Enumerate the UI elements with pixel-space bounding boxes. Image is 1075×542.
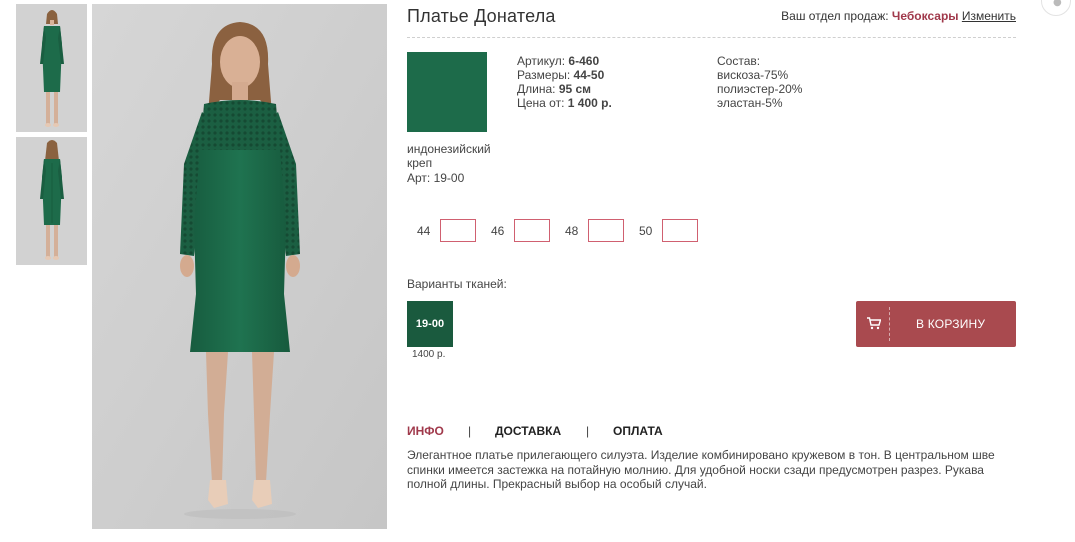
composition-item: полиэстер-20% <box>717 82 803 96</box>
spec-article-value: 6-460 <box>568 54 600 68</box>
spec-price-value: 1 400 р. <box>567 96 612 110</box>
tab-payment[interactable]: ОПЛАТА <box>613 424 663 438</box>
composition-item: эластан-5% <box>717 96 783 110</box>
add-to-cart-label: В КОРЗИНУ <box>916 317 986 331</box>
spec-length-label: Длина: <box>517 82 556 96</box>
sales-department: Ваш отдел продаж: Чебоксары Изменить <box>781 9 1016 23</box>
fabric-swatch <box>407 52 487 132</box>
main-product-photo <box>92 4 387 529</box>
product-specs: Артикул: 6-460 Размеры: 44-50 Длина: 95 … <box>517 54 612 110</box>
add-to-cart-button[interactable]: В КОРЗИНУ <box>856 301 1016 347</box>
spec-price-label: Цена от: <box>517 96 565 110</box>
spec-sizes-value: 44-50 <box>573 68 605 82</box>
dress-model-image <box>92 4 387 529</box>
fabric-name: индонезийский креп <box>407 142 491 170</box>
size-label-50: 50 <box>639 224 653 238</box>
size-input-48[interactable] <box>588 219 624 242</box>
spec-sizes: Размеры: 44-50 <box>517 68 612 82</box>
sales-city: Чебоксары <box>891 9 959 23</box>
tab-separator: | <box>468 424 472 438</box>
spec-article: Артикул: 6-460 <box>517 54 612 68</box>
thumbnail-back[interactable] <box>16 137 87 265</box>
product-description: Элегантное платье прилегающего силуэта. … <box>407 448 995 491</box>
fabric-article: Арт: 19-00 <box>407 171 465 185</box>
spec-length-value: 95 см <box>558 82 592 96</box>
size-label-46: 46 <box>491 224 505 238</box>
tab-info[interactable]: ИНФО <box>407 424 444 438</box>
size-label-44: 44 <box>417 224 431 238</box>
size-input-46[interactable] <box>514 219 550 242</box>
size-input-50[interactable] <box>662 219 698 242</box>
spec-sizes-label: Размеры: <box>517 68 571 82</box>
dress-back-thumbnail-image <box>16 137 87 265</box>
dot-icon: ● <box>1053 0 1062 8</box>
size-input-44[interactable] <box>440 219 476 242</box>
dress-front-thumbnail-image <box>16 4 87 132</box>
fabric-variant-price: 1400 р. <box>412 349 446 360</box>
sales-prefix: Ваш отдел продаж: <box>781 9 889 23</box>
cart-button-separator <box>889 307 890 341</box>
fabric-variant-tile[interactable]: 19-00 <box>407 301 453 347</box>
thumbnail-front[interactable] <box>16 4 87 132</box>
composition-title: Состав: <box>717 54 761 68</box>
spec-length: Длина: 95 см <box>517 82 612 96</box>
tab-delivery[interactable]: ДОСТАВКА <box>495 424 561 438</box>
size-label-48: 48 <box>565 224 579 238</box>
fabric-variants-label: Варианты тканей: <box>407 277 507 291</box>
spec-article-label: Артикул: <box>517 54 566 68</box>
composition: Состав: вискоза-75% полиэстер-20% эласта… <box>717 54 802 110</box>
change-city-link[interactable]: Изменить <box>962 9 1016 23</box>
composition-item: вискоза-75% <box>717 68 789 82</box>
header-divider <box>407 37 1016 38</box>
product-title: Платье Донатела <box>407 6 556 26</box>
corner-menu-button[interactable]: ● <box>1041 0 1071 16</box>
cart-icon <box>867 317 881 330</box>
tab-separator: | <box>586 424 590 438</box>
spec-price: Цена от: 1 400 р. <box>517 96 612 110</box>
